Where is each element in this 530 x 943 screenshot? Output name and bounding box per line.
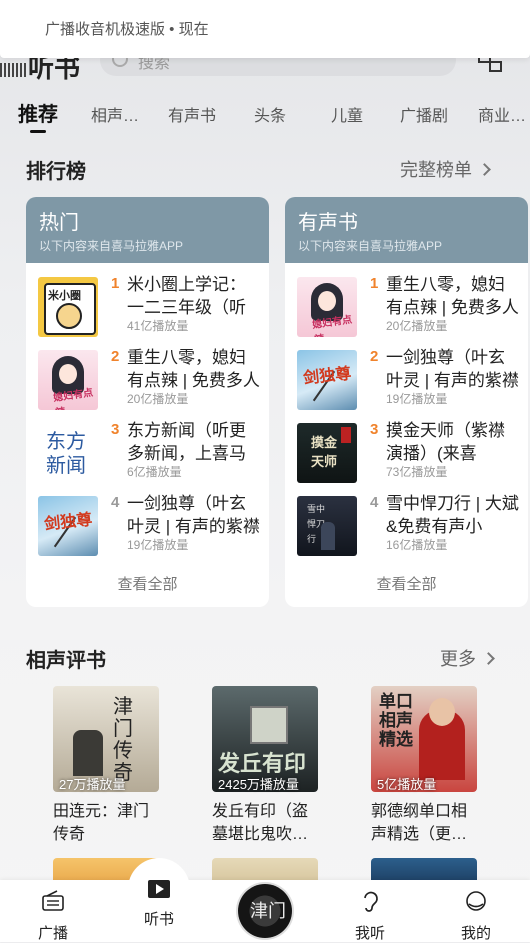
- ranking-card-hot: 热门 以下内容来自喜马拉雅APP 米小圈 1 米小圈上学记：一二三年级（听 41…: [26, 197, 269, 607]
- notification-banner[interactable]: 广播收音机极速版 • 现在: [0, 0, 530, 58]
- play-count: 20亿播放量: [386, 317, 448, 334]
- list-item[interactable]: 剑独尊 4 一剑独尊（叶玄叶灵 | 有声的紫襟 19亿播放量: [38, 494, 263, 558]
- category-tabs: 推荐 相声… 有声书 头条 儿童 广播剧 商业…: [0, 96, 530, 136]
- rank-number: 1: [370, 275, 379, 292]
- list-item[interactable]: 媳妇有点辣 2 重生八零，媳妇有点辣 | 免费多人 20亿播放量: [38, 348, 263, 412]
- see-all-button[interactable]: 查看全部: [26, 573, 269, 594]
- book-cover: 东方新闻: [38, 423, 98, 483]
- card-title: 热门: [39, 212, 79, 234]
- active-tab-indicator: [30, 130, 46, 133]
- book-title: 重生八零，媳妇有点辣 | 免费多人: [127, 348, 260, 390]
- cover-text: 媳妇有点辣: [52, 387, 94, 410]
- cover-text: 媳妇有点辣: [311, 314, 353, 337]
- book-title: 米小圈上学记：一二三年级（听: [127, 275, 246, 317]
- chevron-right-icon: [482, 652, 495, 665]
- nav-radio[interactable]: 广播: [13, 880, 93, 942]
- more-label: 更多: [440, 649, 476, 669]
- ranking-card-audiobook: 有声书 以下内容来自喜马拉雅APP 媳妇有点辣 1 重生八零，媳妇有点辣 | 免…: [285, 197, 528, 607]
- list-item[interactable]: 雪中悍刀行 4 雪中悍刀行 | 大斌&免费有声小 16亿播放量: [297, 494, 522, 558]
- card-header: 热门 以下内容来自喜马拉雅APP: [26, 197, 269, 263]
- rank-number: 4: [111, 494, 120, 511]
- list-item[interactable]: 东方新闻 3 东方新闻（听更多新闻，上喜马 6亿播放量: [38, 421, 263, 485]
- rank-number: 3: [111, 421, 120, 438]
- play-count: 27万播放量: [59, 777, 126, 792]
- rank-number: 2: [370, 348, 379, 365]
- cover-text: 东方新闻: [46, 429, 86, 477]
- card-subtitle: 以下内容来自喜马拉雅APP: [39, 239, 184, 253]
- album-title: 郭德纲单口相声精选（更…: [371, 803, 468, 843]
- play-count: 19亿播放量: [127, 536, 189, 553]
- book-cover: 媳妇有点辣: [38, 350, 98, 410]
- rank-number: 2: [111, 348, 120, 365]
- card-title: 有声书: [298, 212, 358, 234]
- book-title: 摸金天师（紫襟演播）(来喜: [386, 421, 505, 463]
- nav-profile[interactable]: 我的: [436, 880, 516, 942]
- profile-icon: [466, 891, 486, 911]
- book-cover: 米小圈: [38, 277, 98, 337]
- cover-text: 摸金天师: [311, 435, 338, 469]
- tab-crosstalk[interactable]: 相声…: [91, 102, 139, 126]
- nav-label: 我听: [354, 925, 385, 942]
- book-cover: 剑独尊: [38, 496, 98, 556]
- list-item[interactable]: 剑独尊 2 一剑独尊（叶玄叶灵 | 有声的紫襟 19亿播放量: [297, 348, 522, 412]
- list-item[interactable]: 媳妇有点辣 1 重生八零，媳妇有点辣 | 免费多人 20亿播放量: [297, 275, 522, 339]
- book-title: 东方新闻（听更多新闻，上喜马: [127, 421, 246, 463]
- card-header: 有声书 以下内容来自喜马拉雅APP: [285, 197, 528, 263]
- sound-bars-icon: [0, 63, 26, 78]
- nav-label: 听书: [143, 911, 174, 928]
- nav-listen[interactable]: 我听: [330, 880, 410, 942]
- cover-text: 津门传奇: [113, 696, 133, 784]
- cover-text: 单口相声精选: [379, 692, 413, 749]
- rank-number: 1: [111, 275, 120, 292]
- tab-radio-drama[interactable]: 广播剧: [400, 102, 448, 126]
- cover-text: 剑独尊: [43, 511, 94, 534]
- book-title: 重生八零，媳妇有点辣 | 免费多人: [386, 275, 519, 317]
- book-cover: 媳妇有点辣: [297, 277, 357, 337]
- card-subtitle: 以下内容来自喜马拉雅APP: [298, 239, 443, 253]
- book-title: 一剑独尊（叶玄叶灵 | 有声的紫襟: [386, 348, 519, 390]
- book-cover: 摸金天师: [297, 423, 357, 483]
- nav-audiobook[interactable]: 听书: [119, 870, 199, 932]
- play-count: 20亿播放量: [127, 390, 189, 407]
- see-all-button[interactable]: 查看全部: [285, 573, 528, 594]
- album-title: 发丘有印（盗墓堪比鬼吹…: [212, 803, 309, 843]
- list-item[interactable]: 米小圈 1 米小圈上学记：一二三年级（听 41亿播放量: [38, 275, 263, 339]
- tab-business[interactable]: 商业…: [478, 102, 526, 126]
- play-count: 16亿播放量: [386, 536, 448, 553]
- book-title: 雪中悍刀行 | 大斌&免费有声小: [386, 494, 519, 536]
- cover-text: 剑独尊: [302, 365, 353, 388]
- crosstalk-title: 相声评书: [26, 650, 106, 672]
- book-cover: 剑独尊: [297, 350, 357, 410]
- book-title: 一剑独尊（叶玄叶灵 | 有声的紫襟: [127, 494, 260, 536]
- album-title: 田连元：津门传奇: [53, 803, 150, 843]
- book-cover: 雪中悍刀行: [297, 496, 357, 556]
- play-count: 2425万播放量: [218, 777, 299, 792]
- play-count: 6亿播放量: [127, 463, 182, 480]
- tab-headlines[interactable]: 头条: [254, 102, 286, 126]
- notification-text: 广播收音机极速版 • 现在: [45, 21, 209, 38]
- tab-children[interactable]: 儿童: [331, 102, 363, 126]
- tab-audiobook[interactable]: 有声书: [168, 102, 216, 126]
- cover-text: 米小圈: [48, 290, 81, 302]
- play-count: 19亿播放量: [386, 390, 448, 407]
- chevron-right-icon: [478, 163, 491, 176]
- nav-label: 我的: [460, 925, 491, 942]
- full-ranking-link[interactable]: 完整榜单: [400, 156, 491, 182]
- now-playing-disc[interactable]: 津门: [238, 884, 292, 938]
- ranking-title: 排行榜: [26, 161, 86, 183]
- play-count: 41亿播放量: [127, 317, 189, 334]
- tab-recommend[interactable]: 推荐: [18, 98, 58, 127]
- rank-number: 3: [370, 421, 379, 438]
- crosstalk-more-link[interactable]: 更多: [440, 645, 495, 671]
- disc-text: 津门: [250, 901, 286, 922]
- list-item[interactable]: 摸金天师 3 摸金天师（紫襟演播）(来喜 73亿播放量: [297, 421, 522, 485]
- rank-number: 4: [370, 494, 379, 511]
- full-ranking-label: 完整榜单: [400, 160, 472, 180]
- radio-icon: [42, 890, 64, 911]
- play-count: 73亿播放量: [386, 463, 448, 480]
- ear-icon: [364, 891, 378, 912]
- book-play-icon: [148, 880, 170, 898]
- play-count: 5亿播放量: [377, 777, 437, 792]
- nav-label: 广播: [37, 925, 68, 942]
